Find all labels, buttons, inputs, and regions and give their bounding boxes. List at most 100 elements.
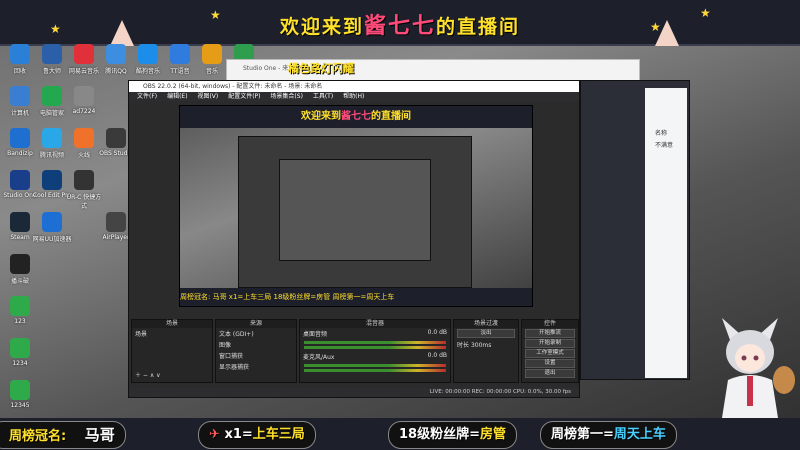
menu-help[interactable]: 帮助(H) xyxy=(343,93,364,100)
music-icon xyxy=(10,254,30,274)
anime-character xyxy=(722,318,795,418)
duration-label: 时长 xyxy=(457,342,470,349)
cool-edit-icon xyxy=(42,170,62,190)
obs-titlebar[interactable]: OBS 22.0.2 (64-bit, windows) - 配置文件: 未命名… xyxy=(129,81,579,92)
desktop-icon-label: 腾讯QQ xyxy=(105,68,127,75)
obs-icon xyxy=(106,128,126,148)
rule-2-b: 房管 xyxy=(479,427,506,442)
nested-banner-name: 酱七七 xyxy=(341,111,371,122)
nested-obs-window-inner xyxy=(279,159,431,261)
scene-item[interactable]: 场景 xyxy=(132,328,212,339)
cat-icon xyxy=(773,366,795,394)
desktop-icon-label: 鲁大师 xyxy=(42,68,61,75)
obs-preview[interactable]: 欢迎来到酱七七的直播间 周榜冠名: 马哥 x1=上车三局 18级粉丝牌=房管 周… xyxy=(179,105,533,307)
source-item[interactable]: 图像 xyxy=(216,339,296,350)
volume-slider[interactable] xyxy=(304,369,446,372)
desktop-icon-label: 音乐 xyxy=(205,68,218,75)
duration-value[interactable]: 300ms xyxy=(471,342,491,349)
mixer-track-db: 0.0 dB xyxy=(427,352,447,359)
studio-mode-button[interactable]: 工作室模式 xyxy=(525,349,575,358)
scenes-toolbar[interactable]: ＋ − ∧ ∨ xyxy=(132,369,164,380)
play-icon-3[interactable]: 12345 xyxy=(0,380,40,409)
video-icon xyxy=(42,128,62,148)
menu-profile[interactable]: 配置文件(P) xyxy=(228,93,260,100)
menu-file[interactable]: 文件(F) xyxy=(137,93,157,100)
exit-button[interactable]: 退出 xyxy=(525,369,575,378)
mixer-dock[interactable]: 混音器 桌面音频 0.0 dB 麦克风/Aux 0.0 dB xyxy=(299,319,451,383)
character-face xyxy=(735,344,765,372)
start-recording-button[interactable]: 开始录制 xyxy=(525,339,575,348)
desktop-icon-label: 电脑管家 xyxy=(39,110,64,117)
star-icon: ★ xyxy=(700,6,711,20)
banner-title-post: 的直播间 xyxy=(436,16,521,38)
menu-edit[interactable]: 编辑(E) xyxy=(167,93,187,100)
mic-icon xyxy=(74,170,94,190)
accelerator-icon[interactable]: 网易UU加速器 xyxy=(32,212,72,243)
rule-3-pill: 周榜第一=周天上车 xyxy=(540,421,677,449)
scenes-dock[interactable]: 场景 场景 ＋ − ∧ ∨ xyxy=(131,319,213,383)
app-icon-5-icon xyxy=(138,44,158,64)
controls-dock[interactable]: 控件 开始推流 开始录制 工作室模式 设置 退出 xyxy=(521,319,579,383)
bandizip-icon xyxy=(10,128,30,148)
play-icon-2[interactable]: 1234 xyxy=(0,338,40,367)
volume-meter xyxy=(304,341,446,344)
right-panel-label-a: 名称 xyxy=(655,130,668,137)
mixer-track-label: 桌面音频 xyxy=(303,331,328,338)
steam-icon xyxy=(10,212,30,232)
transition-select[interactable]: 淡出 xyxy=(457,329,515,338)
sources-dock[interactable]: 来源 文本 (GDI+) 图像 窗口捕获 显示器捕获 xyxy=(215,319,297,383)
rule-3-a: 周榜第一= xyxy=(551,427,614,442)
app-icon-6-icon xyxy=(170,44,190,64)
studio-one-icon xyxy=(10,170,30,190)
bottom-banner: 周榜冠名: 马哥 ✈ x1=上车三局 18级粉丝牌=房管 周榜第一=周天上车 xyxy=(0,418,800,450)
transitions-dock-header: 场景过渡 xyxy=(454,320,518,328)
cat-ear-right-icon xyxy=(655,20,679,46)
app-icon-9-icon xyxy=(10,86,30,106)
app-icon-11-icon xyxy=(74,86,94,106)
character-tie xyxy=(747,376,753,406)
airplayer-icon xyxy=(106,212,126,232)
marquee-text: 橘色路灯闪耀 xyxy=(288,62,354,75)
character-eye-right xyxy=(753,355,759,361)
music-icon[interactable]: 播斗破 xyxy=(0,254,40,285)
transitions-dock[interactable]: 场景过渡 淡出 时长 300ms xyxy=(453,319,519,383)
desktop-icon-label: Steam xyxy=(10,234,30,241)
rule-3-b: 周天上车 xyxy=(613,427,666,442)
menu-scene-collection[interactable]: 场景集合(S) xyxy=(270,93,303,100)
play-icon-1-icon xyxy=(10,296,30,316)
volume-slider[interactable] xyxy=(304,346,446,349)
desktop-icon-label: 12345 xyxy=(10,402,30,409)
app-icon-11[interactable]: ad7224 xyxy=(64,86,104,115)
obs-window[interactable]: OBS 22.0.2 (64-bit, windows) - 配置文件: 未命名… xyxy=(128,80,580,398)
banner-title-name: 酱七七 xyxy=(363,14,436,39)
mic-icon[interactable]: UR-C 快捷方式 xyxy=(64,170,104,210)
app-icon-2-icon xyxy=(42,44,62,64)
accelerator-icon xyxy=(42,212,62,232)
source-item[interactable]: 窗口捕获 xyxy=(216,350,296,361)
source-item[interactable]: 显示器捕获 xyxy=(216,361,296,372)
transition-duration: 时长 300ms xyxy=(454,339,518,350)
obs-docks: 场景 场景 ＋ − ∧ ∨ 来源 文本 (GDI+) 图像 窗口捕获 显示器捕获… xyxy=(129,319,581,383)
play-icon-1[interactable]: 123 xyxy=(0,296,40,325)
desktop-icon-label: 计算机 xyxy=(10,110,29,117)
menu-view[interactable]: 视图(V) xyxy=(197,93,218,100)
volume-meter xyxy=(304,364,446,367)
desktop-icon-label: 播斗破 xyxy=(10,278,29,285)
source-item[interactable]: 文本 (GDI+) xyxy=(216,328,296,339)
play-icon-3-icon xyxy=(10,380,30,400)
obs-statusbar: LIVE: 00:00:00 REC: 00:00:00 CPU: 0.0%, … xyxy=(129,388,579,397)
desktop-icon-label: Bandizip xyxy=(7,150,33,157)
controls-dock-header: 控件 xyxy=(522,320,578,328)
right-panel[interactable]: 名称 不满意 xyxy=(645,88,687,378)
settings-button[interactable]: 设置 xyxy=(525,359,575,368)
nested-banner: 欢迎来到酱七七的直播间 xyxy=(180,106,532,128)
nested-obs-window xyxy=(238,136,472,288)
menu-tools[interactable]: 工具(T) xyxy=(313,93,333,100)
play-icon-2-icon xyxy=(10,338,30,358)
mixer-dock-header: 混音器 xyxy=(300,320,450,328)
start-streaming-button[interactable]: 开始推流 xyxy=(525,329,575,338)
rule-2-a: 18级粉丝牌= xyxy=(399,427,480,442)
desktop-icon-label: UR-C 快捷方式 xyxy=(66,194,102,210)
desktop-icon-label: TT语音 xyxy=(170,68,190,75)
weekly-sponsor-pill: 周榜冠名: 马哥 xyxy=(0,421,126,449)
